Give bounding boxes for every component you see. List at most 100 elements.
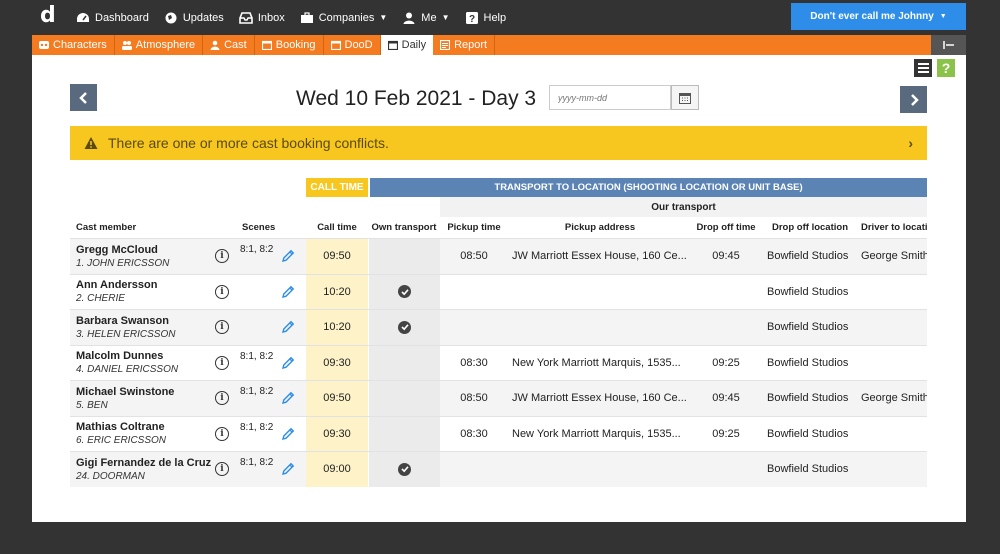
calendar-button[interactable] xyxy=(671,85,699,110)
previous-day-button[interactable] xyxy=(70,84,97,111)
drop-off-time-value xyxy=(692,452,760,487)
call-time-value: 09:30 xyxy=(306,345,368,380)
nav-updates[interactable]: Updates xyxy=(164,12,224,24)
table-row[interactable]: Mathias Coltrane 6. ERIC ERICSSON i 8:1, 8:… xyxy=(70,415,927,452)
tab-atmosphere[interactable]: Atmosphere xyxy=(115,35,204,55)
cast-member-name: Gigi Fernandez de la Cruz xyxy=(76,456,212,469)
own-transport-cell xyxy=(368,310,440,345)
nav-companies[interactable]: Companies ▼ xyxy=(300,11,387,24)
col-scenes: Scenes xyxy=(242,222,276,233)
own-transport-cell xyxy=(368,416,440,451)
collapse-sidebar-button[interactable] xyxy=(931,35,966,55)
cast-member-cell: Mathias Coltrane 6. ERIC ERICSSON xyxy=(70,417,220,452)
pickup-time-value xyxy=(440,310,508,345)
cast-member-cell: Gregg McCloud 1. JOHN ERICSSON xyxy=(70,239,220,274)
briefcase-icon xyxy=(300,11,313,23)
table-row[interactable]: Gigi Fernandez de la Cruz 24. DOORMAN i 8:1… xyxy=(70,451,927,487)
pickup-time-value: 08:50 xyxy=(460,250,488,263)
scenes-value: 8:1, 8:2 xyxy=(240,421,274,433)
info-cell: i xyxy=(215,346,231,381)
call-time-value: 09:00 xyxy=(306,452,368,487)
collapse-icon xyxy=(942,41,954,49)
nav-inbox-label: Inbox xyxy=(257,11,285,24)
table-row[interactable]: Malcolm Dunnes 4. DANIEL ERICSSON i 8:1, 8:… xyxy=(70,344,927,381)
info-icon[interactable]: i xyxy=(215,462,229,477)
chevron-right-icon xyxy=(910,93,919,106)
info-icon[interactable]: i xyxy=(215,391,229,406)
cast-member-cell: Ann Andersson 2. CHERIE xyxy=(70,275,220,310)
drop-off-time-value xyxy=(692,310,760,345)
pencil-icon[interactable] xyxy=(281,356,295,370)
pencil-icon[interactable] xyxy=(281,249,295,263)
tab-report-label: Report xyxy=(454,39,488,51)
character-role: 5. BEN xyxy=(76,399,108,411)
info-icon[interactable]: i xyxy=(215,284,229,299)
list-view-icon[interactable] xyxy=(914,59,932,77)
info-icon[interactable]: i xyxy=(215,355,229,370)
tab-report[interactable]: Report xyxy=(433,35,496,55)
col-own-transport: Own transport xyxy=(371,222,437,233)
table-row[interactable]: Gregg McCloud 1. JOHN ERICSSON i 8:1, 8:2 09… xyxy=(70,238,927,274)
info-icon[interactable]: i xyxy=(215,320,229,335)
col-pickup-address: Pickup address xyxy=(564,222,636,233)
info-cell: i xyxy=(215,381,231,416)
cast-member-cell: Michael Swinstone 5. BEN xyxy=(70,381,220,416)
character-role: 3. HELEN ERICSSON xyxy=(76,328,176,340)
question-icon[interactable]: ? xyxy=(937,59,955,77)
tab-daily[interactable]: Daily xyxy=(380,35,434,55)
drop-off-time-value: 09:25 xyxy=(712,427,740,440)
nav-inbox[interactable]: Inbox xyxy=(239,12,285,24)
nav-help[interactable]: ? Help xyxy=(465,11,506,24)
pickup-address-value: New York Marriott Marquis, 1535... xyxy=(512,356,681,369)
col-cast-member: Cast member xyxy=(76,222,137,233)
edit-cell xyxy=(281,310,297,345)
drop-off-time-value xyxy=(692,275,760,310)
info-cell: i xyxy=(215,275,231,310)
driver-value xyxy=(861,346,927,381)
nav-updates-label: Updates xyxy=(182,11,224,24)
warning-icon xyxy=(84,137,98,149)
edit-cell xyxy=(281,275,297,310)
own-transport-cell xyxy=(368,452,440,487)
cast-member-cell: Barbara Swanson 3. HELEN ERICSSON xyxy=(70,310,220,345)
drop-off-location-value: Bowfield Studios xyxy=(767,392,849,405)
user-menu-button[interactable]: Don't ever call me Johnny ▼ xyxy=(791,3,966,30)
pencil-icon[interactable] xyxy=(281,391,295,405)
pencil-icon[interactable] xyxy=(281,285,295,299)
app-logo[interactable]: d xyxy=(40,3,56,29)
cast-member-name: Ann Andersson xyxy=(76,279,158,292)
pencil-icon[interactable] xyxy=(281,320,295,334)
pickup-address-value: JW Marriott Essex House, 160 Ce... xyxy=(512,250,687,263)
nav-dashboard[interactable]: Dashboard xyxy=(76,12,149,24)
tab-characters[interactable]: Characters xyxy=(32,35,115,55)
edit-cell xyxy=(281,381,297,416)
chevron-down-icon: ▼ xyxy=(939,13,947,20)
tab-cast[interactable]: Cast xyxy=(203,35,255,55)
info-icon[interactable]: i xyxy=(215,249,229,264)
pickup-time-value: 08:30 xyxy=(460,427,488,440)
user-menu-label: Don't ever call me Johnny xyxy=(810,11,934,22)
driver-value xyxy=(861,452,927,487)
next-day-button[interactable] xyxy=(900,86,927,113)
col-call-time: Call time xyxy=(317,222,357,233)
own-transport-cell xyxy=(368,345,440,380)
date-input[interactable] xyxy=(549,85,671,110)
cast-member-name: Barbara Swanson xyxy=(76,314,169,327)
tab-booking[interactable]: Booking xyxy=(255,35,324,55)
tab-cast-label: Cast xyxy=(224,39,247,51)
col-driver: Driver to locati xyxy=(861,222,927,233)
pencil-icon[interactable] xyxy=(281,427,295,441)
info-icon[interactable]: i xyxy=(215,426,229,441)
drop-off-location-value: Bowfield Studios xyxy=(767,427,849,440)
driver-value xyxy=(861,310,927,345)
transport-group-header: TRANSPORT TO LOCATION (SHOOTING LOCATION… xyxy=(368,178,927,197)
table-row[interactable]: Barbara Swanson 3. HELEN ERICSSON i 10:20 Bo… xyxy=(70,309,927,345)
nav-me[interactable]: Me ▼ xyxy=(402,12,450,24)
booking-conflict-alert[interactable]: There are one or more cast booking confl… xyxy=(70,126,927,160)
table-row[interactable]: Ann Andersson 2. CHERIE i 10:20 Bowfield Stu… xyxy=(70,273,927,310)
call-time-group-header: CALL TIME xyxy=(306,178,368,197)
tab-dood[interactable]: DooD xyxy=(324,35,381,55)
table-row[interactable]: Michael Swinstone 5. BEN i 8:1, 8:2 09:50 08:… xyxy=(70,380,927,416)
daily-cast-table: CALL TIME TRANSPORT TO LOCATION (SHOOTIN… xyxy=(70,178,927,488)
pencil-icon[interactable] xyxy=(281,462,295,476)
